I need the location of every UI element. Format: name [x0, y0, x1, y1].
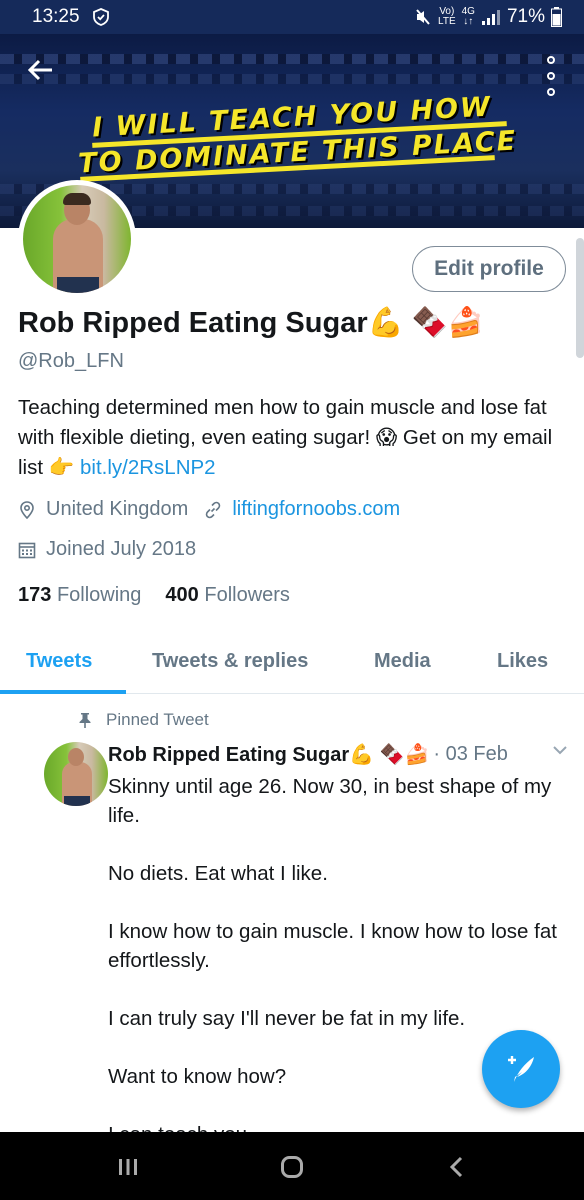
followers-label: Followers [204, 584, 290, 606]
system-back-button[interactable] [436, 1150, 476, 1184]
tweet-author[interactable]: Rob Ripped Eating Sugar💪 🍫🍰 [108, 742, 429, 767]
active-tab-indicator [0, 690, 126, 694]
more-vertical-icon [547, 88, 555, 96]
home-icon [281, 1156, 303, 1178]
feather-compose-icon [508, 1056, 534, 1082]
chevron-down-icon[interactable] [552, 742, 568, 758]
profile-bio: Teaching determined men how to gain musc… [18, 393, 574, 483]
tweet-paragraph: I know how to gain muscle. I know how to… [108, 920, 557, 972]
more-vertical-icon [547, 72, 555, 80]
profile-location: United Kingdom [46, 498, 189, 520]
tab-tweets-replies[interactable]: Tweets & replies [152, 650, 308, 673]
more-options-button[interactable] [542, 56, 560, 96]
calendar-icon [18, 542, 36, 558]
battery-icon [551, 7, 562, 27]
location-pin-icon [20, 500, 34, 519]
status-time: 13:25 [32, 6, 80, 27]
avatar-figure [64, 796, 90, 806]
pinned-label: Pinned Tweet [106, 710, 209, 729]
avatar-image [23, 185, 131, 293]
signal-icon [481, 10, 500, 25]
banner-decoration [0, 54, 584, 64]
avatar-figure [57, 277, 99, 293]
scrollbar[interactable] [576, 238, 584, 358]
status-right: Vo) LTE 4G ↓↑ 71% [414, 6, 562, 28]
tweet-date[interactable]: · 03 Feb [433, 743, 507, 766]
following-count: 173 [18, 584, 52, 606]
profile-meta-row: United Kingdom liftingfornoobs.com [18, 498, 400, 521]
mute-icon [416, 9, 430, 25]
tweet-paragraph: Skinny until age 26. Now 30, in best sha… [108, 775, 552, 827]
network-indicator: 4G ↓↑ [461, 6, 475, 27]
banner-decoration [0, 74, 584, 84]
shield-icon [93, 8, 109, 26]
recent-apps-button[interactable] [108, 1150, 148, 1184]
tweet-paragraph: No diets. Eat what I like. [108, 862, 328, 885]
pin-icon [79, 713, 91, 728]
followers-link[interactable]: 400 Followers [165, 584, 290, 607]
following-label: Following [56, 584, 142, 606]
volte-indicator: Vo) LTE [438, 6, 456, 27]
tab-likes[interactable]: Likes [497, 650, 548, 673]
arrow-left-icon [27, 59, 52, 81]
profile-name: Rob Ripped Eating Sugar💪 🍫🍰 [18, 307, 484, 339]
tab-media[interactable]: Media [374, 650, 431, 673]
tweet-header: Rob Ripped Eating Sugar💪 🍫🍰 · 03 Feb [108, 742, 508, 767]
profile-joined-date: Joined July 2018 [46, 538, 197, 560]
profile-tabs: Tweets Tweets & replies Media Likes [0, 636, 584, 694]
tweet-body: Skinny until age 26. Now 30, in best sha… [108, 772, 568, 1178]
more-vertical-icon [547, 56, 555, 64]
system-navigation-bar [0, 1132, 584, 1200]
bio-link[interactable]: bit.ly/2RsLNP2 [80, 456, 216, 479]
recent-apps-icon [119, 1159, 137, 1175]
compose-tweet-button[interactable] [482, 1030, 560, 1108]
pinned-indicator: Pinned Tweet [78, 710, 209, 730]
profile-website-link[interactable]: liftingfornoobs.com [232, 498, 400, 521]
back-chevron-icon [449, 1156, 463, 1178]
followers-count: 400 [165, 584, 199, 606]
edit-profile-button[interactable]: Edit profile [412, 246, 566, 292]
profile-handle: @Rob_LFN [18, 350, 124, 372]
avatar-figure [68, 748, 84, 766]
tweet-avatar[interactable] [44, 742, 108, 806]
profile-meta-row: Joined July 2018 [18, 538, 196, 561]
tweet-paragraph: I can truly say I'll never be fat in my … [108, 1007, 466, 1030]
link-icon [206, 501, 221, 518]
battery-percent: 71% [506, 6, 545, 27]
profile-avatar[interactable] [18, 180, 136, 298]
back-button[interactable] [22, 56, 58, 92]
follow-stats: 173 Following 400 Followers [18, 584, 290, 607]
tab-tweets[interactable]: Tweets [26, 650, 92, 673]
home-button[interactable] [272, 1150, 312, 1184]
following-link[interactable]: 173 Following [18, 584, 141, 607]
status-bar: 13:25 Vo) LTE 4G ↓↑ 71% [0, 0, 584, 34]
avatar-figure [63, 193, 91, 205]
